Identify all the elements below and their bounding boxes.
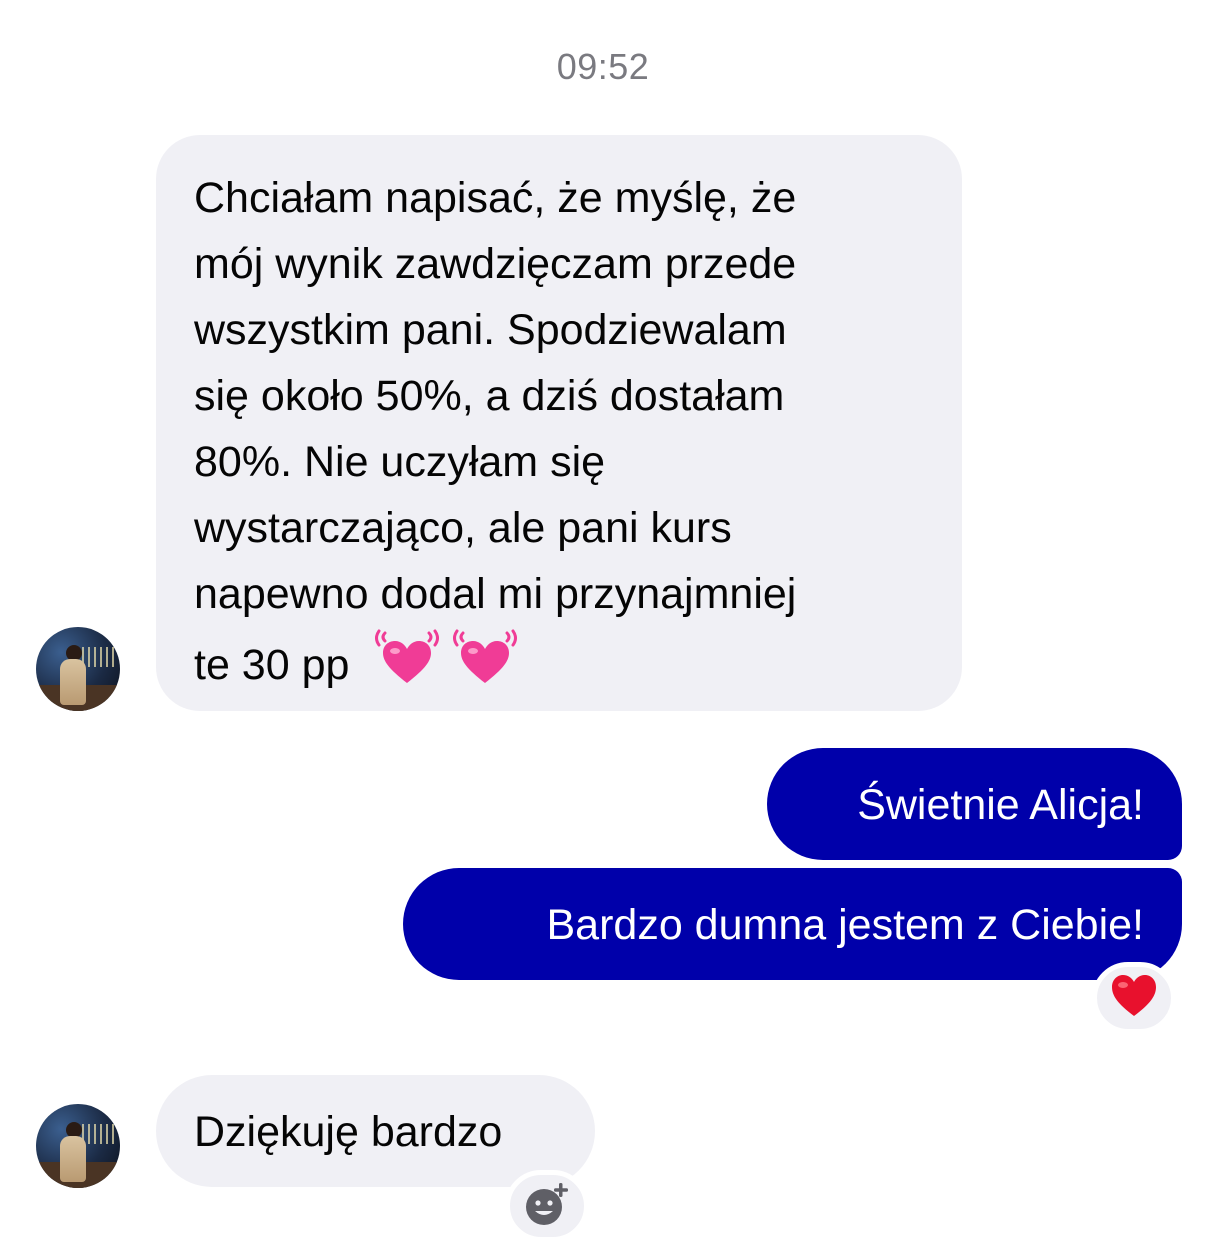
message-reaction[interactable]: [1092, 962, 1176, 1034]
beating-heart-icon: [453, 627, 518, 706]
message-line: się około 50%, a dziś dostałam: [194, 372, 785, 420]
red-heart-icon: [1110, 974, 1158, 1023]
add-reaction-button[interactable]: [505, 1170, 589, 1242]
message-timestamp: 09:52: [556, 46, 650, 87]
message-line-text: te 30 pp: [194, 641, 350, 689]
outgoing-message-bubble[interactable]: Bardzo dumna jestem z Ciebie!: [403, 868, 1182, 980]
message-line-last: te 30 pp: [194, 627, 924, 706]
incoming-message-bubble[interactable]: Dziękuję bardzo: [156, 1075, 595, 1187]
sender-avatar[interactable]: [36, 1104, 120, 1188]
message-line: 80%. Nie uczyłam się: [194, 438, 606, 486]
message-line: wszystkim pani. Spodziewalam: [194, 306, 787, 354]
incoming-message-bubble[interactable]: Chciałam napisać, że myślę, że mój wynik…: [156, 135, 962, 711]
message-line: mój wynik zawdzięczam przede: [194, 240, 797, 288]
message-line: wystarczająco, ale pani kurs: [194, 504, 732, 552]
message-text: Dziękuję bardzo: [194, 1108, 503, 1156]
message-text: Bardzo dumna jestem z Ciebie!: [546, 901, 1144, 949]
beating-heart-icon: [375, 627, 440, 706]
message-line: Chciałam napisać, że myślę, że: [194, 174, 797, 222]
message-text: Świetnie Alicja!: [857, 781, 1144, 829]
outgoing-message-bubble[interactable]: Świetnie Alicja!: [767, 748, 1182, 860]
sender-avatar[interactable]: [36, 627, 120, 711]
message-line: napewno dodal mi przynajmniej: [194, 570, 797, 618]
add-reaction-icon: [524, 1181, 570, 1232]
